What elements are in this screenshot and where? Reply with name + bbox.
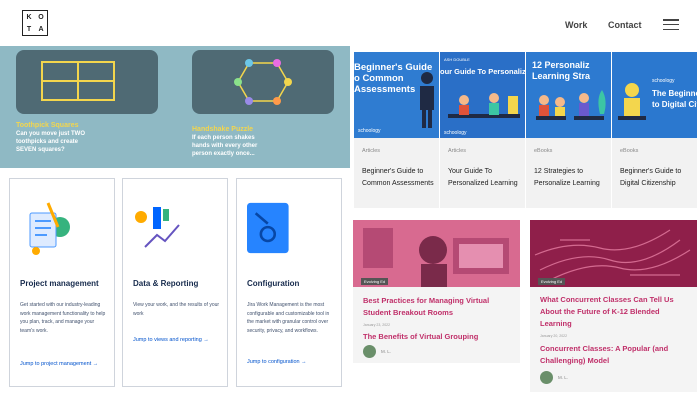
article-thumbnail: schoology The Beginner's to Digital Citi… [612, 52, 697, 138]
jump-to-project-management-link[interactable]: Jump to project management → [20, 361, 98, 367]
logo-letter: A [38, 25, 44, 33]
article-thumbnail: Beginner's Guide o Common Assessments sc… [354, 52, 439, 138]
blog-post-image: Evolving Ed [353, 220, 520, 287]
puzzle-line: hands with every other [192, 143, 258, 149]
toothpick-puzzle-card[interactable] [16, 50, 158, 114]
card-description: Get started with our industry-leading wo… [20, 302, 106, 334]
thumbnail-badge: ASH DOUBLE [444, 57, 470, 62]
article-card[interactable]: ASH DOUBLE our Guide To Personalized Le … [440, 52, 525, 208]
article-category: eBooks [534, 148, 553, 154]
kota-logo[interactable]: K O T A [22, 10, 48, 36]
jump-to-configuration-link[interactable]: Jump to configuration → [247, 359, 307, 365]
toothpick-squares-icon [41, 61, 115, 101]
thumbnail-line: Learning Stra [532, 71, 591, 81]
logo-letter: T [26, 25, 32, 33]
configuration-illustration-icon [247, 202, 289, 254]
blog-post-subtitle: Concurrent Classes: A Popular (and Chall… [540, 344, 669, 365]
article-category: eBooks [620, 148, 639, 154]
data-reporting-illustration-icon [135, 207, 180, 248]
card-title: Data & Reporting [133, 279, 199, 288]
article-title: Beginner's Guide to Common Assessments [362, 168, 434, 187]
configuration-card[interactable]: Configuration Jira Work Management is th… [236, 178, 342, 387]
classroom-illustration-icon [536, 90, 606, 120]
brand-label: schoology [444, 130, 467, 136]
article-thumbnail: ASH DOUBLE our Guide To Personalized Le … [440, 52, 525, 138]
project-management-illustration-icon [29, 202, 70, 255]
category-tag[interactable]: Evolving Ed [538, 278, 566, 285]
blog-post-date: January 23, 2022 [363, 323, 391, 327]
blog-post-title[interactable]: What Concurrent Classes Can Tell Us Abou… [540, 294, 690, 330]
article-title: 12 Strategies to Personalize Learning [534, 168, 600, 187]
article-category: Articles [362, 148, 381, 154]
arrows-illustration [530, 220, 697, 287]
handshake-puzzle-card[interactable] [192, 50, 334, 114]
handshake-puzzle-text: If each person shakes hands with every o… [192, 134, 257, 158]
thumbnail-line: 12 Personaliz [532, 60, 590, 70]
puzzle-line: If each person shakes [192, 135, 255, 141]
puzzle-line: toothpicks and create [16, 139, 79, 145]
puzzle-line: SEVEN squares? [16, 147, 65, 153]
blog-post-card[interactable]: Evolving Ed What Concurrent Classes Can … [530, 220, 697, 392]
blog-post-title[interactable]: Best Practices for Managing Virtual Stud… [363, 295, 513, 319]
blog-post-card[interactable]: Evolving Ed Best Practices for Managing … [353, 220, 520, 363]
nav-work-link[interactable]: Work [565, 20, 587, 30]
author-avatar [363, 345, 376, 358]
project-management-card[interactable]: Project management Get started with our … [9, 178, 115, 387]
brand-label: schoology [652, 78, 675, 84]
brand-label: schoology [358, 128, 381, 134]
puzzle-banner: Toothpick Squares Can you move just TWO … [0, 46, 350, 168]
blog-post-date: January 20, 2022 [540, 334, 568, 338]
puzzle-line: person exactly once... [192, 151, 255, 157]
article-card[interactable]: schoology The Beginner's to Digital Citi… [612, 52, 697, 208]
virtual-classroom-photo [353, 220, 520, 287]
person-illustration-icon [420, 72, 434, 128]
card-description: View your work, and the results of your … [133, 302, 220, 317]
handshake-hexagon-icon [234, 59, 292, 105]
handshake-puzzle-title: Handshake Puzzle [192, 126, 254, 133]
article-title: Beginner's Guide to Digital Citizenship [620, 168, 682, 187]
logo-letter: K [26, 13, 32, 21]
page: K O T A Work Contact Toothpick Squares C… [0, 0, 700, 400]
thumbnail-line: The Beginner's [652, 89, 697, 98]
toothpick-puzzle-text: Can you move just TWO toothpicks and cre… [16, 130, 85, 154]
thumbnail-line: to Digital Citiz [652, 100, 697, 109]
blog-post-image: Evolving Ed [530, 220, 697, 287]
author-name: M. L. [558, 375, 569, 380]
article-card[interactable]: 12 Personaliz Learning Stra eBooks 12 St… [526, 52, 611, 208]
article-thumbnail: 12 Personaliz Learning Stra [526, 52, 611, 138]
article-title: Your Guide To Personalized Learning [448, 168, 518, 187]
category-tag[interactable]: Evolving Ed [361, 278, 389, 285]
article-category: Articles [448, 148, 467, 154]
puzzle-line: Can you move just TWO [16, 131, 86, 137]
card-title: Project management [20, 279, 99, 288]
card-title: Configuration [247, 279, 300, 288]
card-description: Jira Work Management is the most configu… [247, 302, 330, 334]
thumbnail-text: The Beginner's to Digital Citiz [652, 88, 697, 110]
jump-to-views-reporting-link[interactable]: Jump to views and reporting → [133, 337, 209, 343]
article-card[interactable]: Beginner's Guide o Common Assessments sc… [354, 52, 439, 208]
logo-letter: O [38, 13, 44, 21]
thumbnail-text: 12 Personaliz Learning Stra [532, 60, 590, 82]
site-header: K O T A Work Contact [0, 0, 700, 46]
author-name: M. L. [381, 349, 392, 354]
nav-contact-link[interactable]: Contact [608, 20, 642, 30]
author-avatar [540, 371, 553, 384]
students-illustration-icon [448, 93, 520, 118]
blog-post-subtitle: The Benefits of Virtual Grouping [363, 332, 479, 341]
data-reporting-card[interactable]: Data & Reporting View your work, and the… [122, 178, 228, 387]
hamburger-menu-icon[interactable] [663, 19, 679, 30]
thumbnail-text: our Guide To Personalized Le [440, 67, 525, 76]
student-laptop-illustration-icon [618, 83, 646, 120]
toothpick-puzzle-title: Toothpick Squares [16, 122, 79, 129]
